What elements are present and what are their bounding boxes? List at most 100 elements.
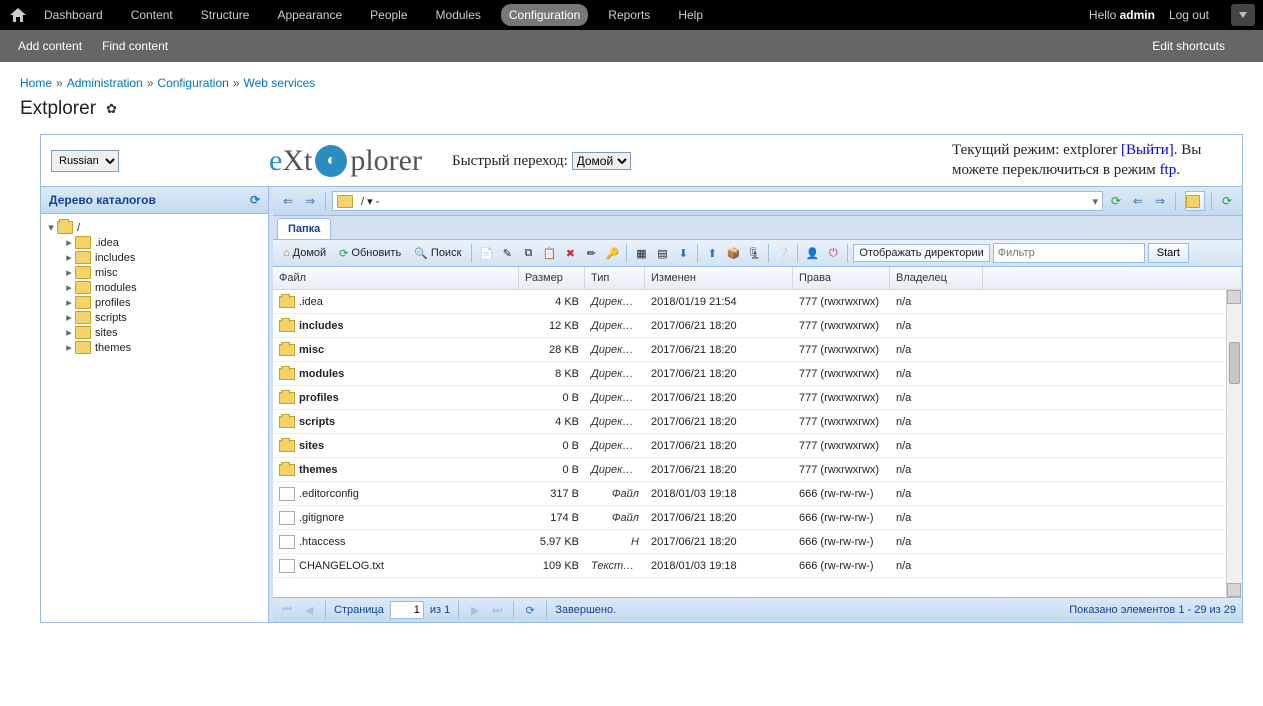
tree-node-modules[interactable]: ▸modules (63, 280, 264, 295)
col-perm[interactable]: Права (793, 267, 890, 289)
open-folder-icon[interactable] (1185, 191, 1205, 211)
tree-node-misc[interactable]: ▸misc (63, 265, 264, 280)
nav-fwd2-icon[interactable]: ⇒ (1151, 192, 1169, 210)
rename-icon[interactable]: ✏ (582, 244, 600, 262)
home-button[interactable]: ⌂Домой (278, 244, 331, 262)
extract-icon[interactable]: 🗜 (745, 244, 763, 262)
table-row[interactable]: misc28 KBДиректо…2017/06/21 18:20777 (rw… (273, 338, 1242, 362)
col-own[interactable]: Владелец (890, 267, 983, 289)
delete-icon[interactable]: ✖ (561, 244, 579, 262)
gear-icon[interactable]: ✿ (106, 101, 117, 117)
find-content-link[interactable]: Find content (102, 39, 168, 53)
table-row[interactable]: profiles0 BДиректо…2017/06/21 18:20777 (… (273, 386, 1242, 410)
menu-structure[interactable]: Structure (193, 4, 258, 26)
tree-node-themes[interactable]: ▸themes (63, 340, 264, 355)
table-row[interactable]: includes12 KBДиректо…2017/06/21 18:20777… (273, 314, 1242, 338)
perm-icon[interactable]: 🔑 (603, 244, 621, 262)
menu-dashboard[interactable]: Dashboard (36, 4, 111, 26)
page-first-icon[interactable]: ⏮ (279, 602, 295, 618)
table-row[interactable]: .editorconfig317 BФайл2018/01/03 19:1866… (273, 482, 1242, 506)
paste-icon[interactable]: 📋 (540, 244, 558, 262)
folder-icon (75, 341, 91, 354)
tree-node-scripts[interactable]: ▸scripts (63, 310, 264, 325)
upload-icon[interactable]: ⬆ (703, 244, 721, 262)
scroll-thumb[interactable] (1229, 342, 1240, 384)
ftp-link[interactable]: ftp (1160, 162, 1177, 178)
path-combo[interactable]: / ▾ - ▾ (332, 191, 1103, 211)
view-detail-icon[interactable]: ▦ (632, 244, 650, 262)
help-icon[interactable]: ❔ (774, 244, 792, 262)
scroll-down-icon[interactable] (1227, 583, 1241, 597)
page-next-icon[interactable]: ▶ (467, 602, 483, 618)
download-icon[interactable]: ⬇ (674, 244, 692, 262)
scroll-up-icon[interactable] (1227, 290, 1241, 304)
file-icon (279, 487, 295, 501)
breadcrumb-0[interactable]: Home (20, 76, 52, 90)
nav-back2-icon[interactable]: ⇐ (1129, 192, 1147, 210)
newfile-icon[interactable]: 📄 (477, 244, 495, 262)
language-select[interactable]: Russian (51, 150, 119, 172)
logout-ext-link[interactable]: [Выйти] (1121, 142, 1174, 158)
tree-node-sites[interactable]: ▸sites (63, 325, 264, 340)
col-type[interactable]: Тип (585, 267, 645, 289)
table-row[interactable]: scripts4 KBДиректо…2017/06/21 18:20777 (… (273, 410, 1242, 434)
page-last-icon[interactable]: ⏭ (489, 602, 505, 618)
edit-icon[interactable]: ✎ (498, 244, 516, 262)
menu-configuration[interactable]: Configuration (501, 4, 588, 26)
menu-reports[interactable]: Reports (600, 4, 658, 26)
col-file[interactable]: Файл (273, 267, 519, 289)
menu-content[interactable]: Content (123, 4, 181, 26)
menu-people[interactable]: People (362, 4, 415, 26)
breadcrumb-1[interactable]: Administration (67, 76, 143, 90)
logoff-icon[interactable]: ⏻ (824, 244, 842, 262)
path-refresh-icon[interactable]: ⟳ (1107, 192, 1125, 210)
quick-nav-select[interactable]: Домой (572, 152, 631, 170)
paging-bar: ⏮ ◀ Страница из 1 ▶ ⏭ ⟳ Завершено. Показ… (273, 597, 1242, 622)
table-row[interactable]: .idea4 KBДиректо…2018/01/19 21:54777 (rw… (273, 290, 1242, 314)
show-directories-toggle[interactable]: Отображать директории (853, 244, 989, 262)
folder-icon (337, 195, 353, 208)
page-prev-icon[interactable]: ◀ (301, 602, 317, 618)
copy-icon[interactable]: ⧉ (519, 244, 537, 262)
tree-root[interactable]: ▾/ (45, 220, 264, 235)
nav-back-icon[interactable]: ⇐ (279, 192, 297, 210)
table-row[interactable]: CHANGELOG.txt109 KBТексто…2018/01/03 19:… (273, 554, 1242, 578)
table-row[interactable]: sites0 BДиректо…2017/06/21 18:20777 (rwx… (273, 434, 1242, 458)
view-icons-icon[interactable]: ▤ (653, 244, 671, 262)
home-icon[interactable] (8, 5, 28, 25)
breadcrumb-3[interactable]: Web services (244, 76, 316, 90)
table-row[interactable]: themes0 BДиректо…2017/06/21 18:20777 (rw… (273, 458, 1242, 482)
tab-folder[interactable]: Папка (277, 218, 331, 239)
add-content-link[interactable]: Add content (18, 39, 82, 53)
breadcrumb-2[interactable]: Configuration (157, 76, 228, 90)
menu-help[interactable]: Help (670, 4, 711, 26)
folder-icon (75, 236, 91, 249)
archive-icon[interactable]: 📦 (724, 244, 742, 262)
nav-fwd-icon[interactable]: ⇒ (301, 192, 319, 210)
col-mod[interactable]: Изменен (645, 267, 793, 289)
menu-appearance[interactable]: Appearance (269, 4, 350, 26)
tree-node-includes[interactable]: ▸includes (63, 250, 264, 265)
scrollbar[interactable] (1226, 290, 1242, 597)
folder-icon (75, 281, 91, 294)
tree-node-.idea[interactable]: ▸.idea (63, 235, 264, 250)
table-row[interactable]: .gitignore174 BФайл2017/06/21 18:20666 (… (273, 506, 1242, 530)
menu-modules[interactable]: Modules (428, 4, 489, 26)
filter-input[interactable] (993, 243, 1145, 263)
tree-refresh-icon[interactable]: ⟳ (250, 193, 260, 207)
search-button[interactable]: 🔍Поиск (409, 244, 466, 263)
edit-shortcuts-link[interactable]: Edit shortcuts (1152, 39, 1225, 53)
page-refresh-icon[interactable]: ⟳ (522, 602, 538, 618)
logout-link[interactable]: Log out (1169, 8, 1209, 22)
col-size[interactable]: Размер (519, 267, 585, 289)
refresh2-icon[interactable]: ⟳ (1218, 192, 1236, 210)
refresh-button[interactable]: ⟳Обновить (334, 244, 406, 263)
admin-icon[interactable]: 👤 (803, 244, 821, 262)
breadcrumb: Home»Administration»Configuration»Web se… (20, 76, 1243, 90)
table-row[interactable]: modules8 KBДиректо…2017/06/21 18:20777 (… (273, 362, 1242, 386)
filter-start-button[interactable]: Start (1148, 243, 1189, 263)
table-row[interactable]: .htaccess5.97 KBH2017/06/21 18:20666 (rw… (273, 530, 1242, 554)
page-input[interactable] (390, 601, 424, 619)
toolbar-toggle[interactable] (1231, 4, 1255, 26)
tree-node-profiles[interactable]: ▸profiles (63, 295, 264, 310)
